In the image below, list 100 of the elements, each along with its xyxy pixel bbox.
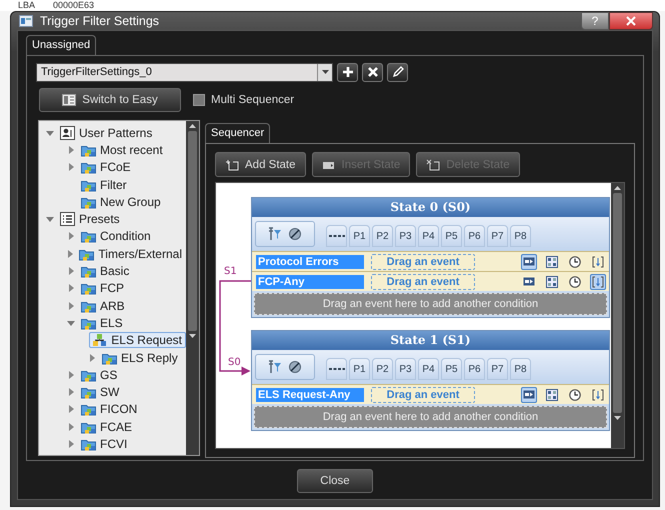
clock-icon [569,388,581,400]
tab[interactable]: Unassigned [26,35,96,55]
pattern-tab[interactable]: P6 [464,225,485,247]
tree-item[interactable]: SW [78,384,124,400]
toolbar-button[interactable]: Add State [215,152,306,177]
pattern-tab[interactable]: P2 [372,358,393,380]
tree-item[interactable]: ELS Request [89,332,186,348]
pattern-tab[interactable]: P4 [418,225,439,247]
action-toggle[interactable] [590,386,606,402]
folder-icon [81,229,96,244]
tree-item[interactable]: FCP [78,280,128,296]
tree-item[interactable]: ELS Reply [99,350,182,366]
folder-icon [81,402,96,416]
pattern-tab[interactable]: P8 [510,358,531,380]
dashed-line-icon [328,366,344,372]
tree-item[interactable]: FCoE [78,159,135,176]
expand-arrow-icon[interactable] [67,284,75,292]
pattern-tab[interactable]: P2 [372,225,393,247]
wrench-filter-icon [268,360,282,374]
tree-item[interactable]: Condition [78,228,155,244]
pattern-tab[interactable]: P5 [441,358,462,380]
cross-icon [366,66,378,78]
pattern-tab[interactable]: P1 [349,358,370,380]
tree-item[interactable]: Basic [78,263,134,280]
action-toggle[interactable] [590,274,606,290]
expand-arrow-icon[interactable] [67,267,75,276]
expand-arrow-icon[interactable] [67,422,75,431]
action-toggle[interactable] [567,254,583,270]
arrow-box-icon [523,256,535,268]
collapse-arrow-icon[interactable] [67,318,75,327]
grid-icon [546,256,558,268]
action-toggle[interactable] [544,274,560,290]
close-button[interactable] [609,12,653,30]
expand-arrow-icon[interactable] [67,232,75,240]
collapse-arrow-icon[interactable] [46,128,54,137]
filter-toggle-button[interactable] [255,354,315,380]
expand-arrow-icon[interactable] [67,163,75,172]
folder-icon [81,264,96,278]
action-toggle[interactable] [590,254,606,270]
tree-item[interactable]: FCVI [78,436,132,452]
action-toggle[interactable] [521,254,537,270]
clock-icon [569,256,581,268]
panel-layout-icon [62,94,76,106]
action-toggle[interactable] [567,274,583,290]
tree-item[interactable]: Presets [57,211,124,228]
tree-item[interactable]: ELS [78,314,127,331]
multi-sequencer-checkbox[interactable] [193,94,205,106]
action-toggle[interactable] [544,386,560,402]
scroll-thumb[interactable] [188,131,197,331]
edit-button[interactable] [387,62,408,82]
expand-arrow-icon[interactable] [67,302,75,310]
pattern-tab[interactable]: P6 [464,358,485,380]
expand-arrow-icon[interactable] [66,250,74,258]
scrollbar[interactable] [186,121,199,455]
pattern-tab[interactable]: P4 [418,358,439,380]
pattern-tab[interactable]: P5 [441,225,462,247]
tab[interactable]: Sequencer [205,123,270,143]
filter-toggle-button[interactable] [255,221,315,247]
collapse-arrow-icon[interactable] [46,215,54,224]
settings-dropdown[interactable]: TriggerFilterSettings_0 [36,62,333,82]
switch-to-easy-button[interactable]: Switch to Easy [39,88,181,112]
delete-button[interactable] [362,62,383,82]
grid-icon [546,388,558,400]
action-toggle[interactable] [567,386,583,402]
tree-item[interactable]: Timers/External [76,246,186,262]
scrollbar[interactable] [611,183,624,448]
close-icon [626,16,636,26]
expand-arrow-icon[interactable] [67,405,75,414]
expand-arrow-icon[interactable] [88,354,96,362]
action-toggle[interactable] [521,386,537,402]
tree-item[interactable]: Most recent [78,142,167,158]
tree-item[interactable]: User Patterns [57,124,156,141]
close-button[interactable]: Close [297,469,373,493]
pattern-tab[interactable]: P7 [487,358,508,380]
folder-icon [81,281,96,296]
add-button[interactable] [337,62,358,82]
action-toggle[interactable] [544,254,560,270]
tree-item[interactable]: FCAE [78,418,136,435]
expand-arrow-icon[interactable] [67,440,75,448]
expand-arrow-icon[interactable] [67,146,75,154]
pattern-tab[interactable] [326,358,347,380]
pattern-tab[interactable]: P7 [487,225,508,247]
tree-item[interactable]: Filter [78,176,131,193]
pattern-tab[interactable]: P8 [510,225,531,247]
pattern-tab[interactable]: P3 [395,358,416,380]
tree-item[interactable]: GS [78,366,122,383]
tree-item[interactable]: New Group [78,194,165,210]
scroll-thumb[interactable] [613,193,622,413]
expand-arrow-icon[interactable] [67,370,75,379]
network-icon [92,333,108,348]
pattern-tab[interactable]: P1 [349,225,370,247]
pattern-tab[interactable]: P3 [395,225,416,247]
expand-arrow-icon[interactable] [67,388,75,396]
tree-item[interactable]: FICON [78,401,142,418]
transition-label: S0 [228,357,241,368]
state-title: State 0 (S0) [252,198,609,217]
tree-item[interactable]: ARB [78,298,129,314]
clock-icon [569,276,581,288]
pattern-tab[interactable] [326,225,347,247]
pencil-icon [392,66,404,78]
